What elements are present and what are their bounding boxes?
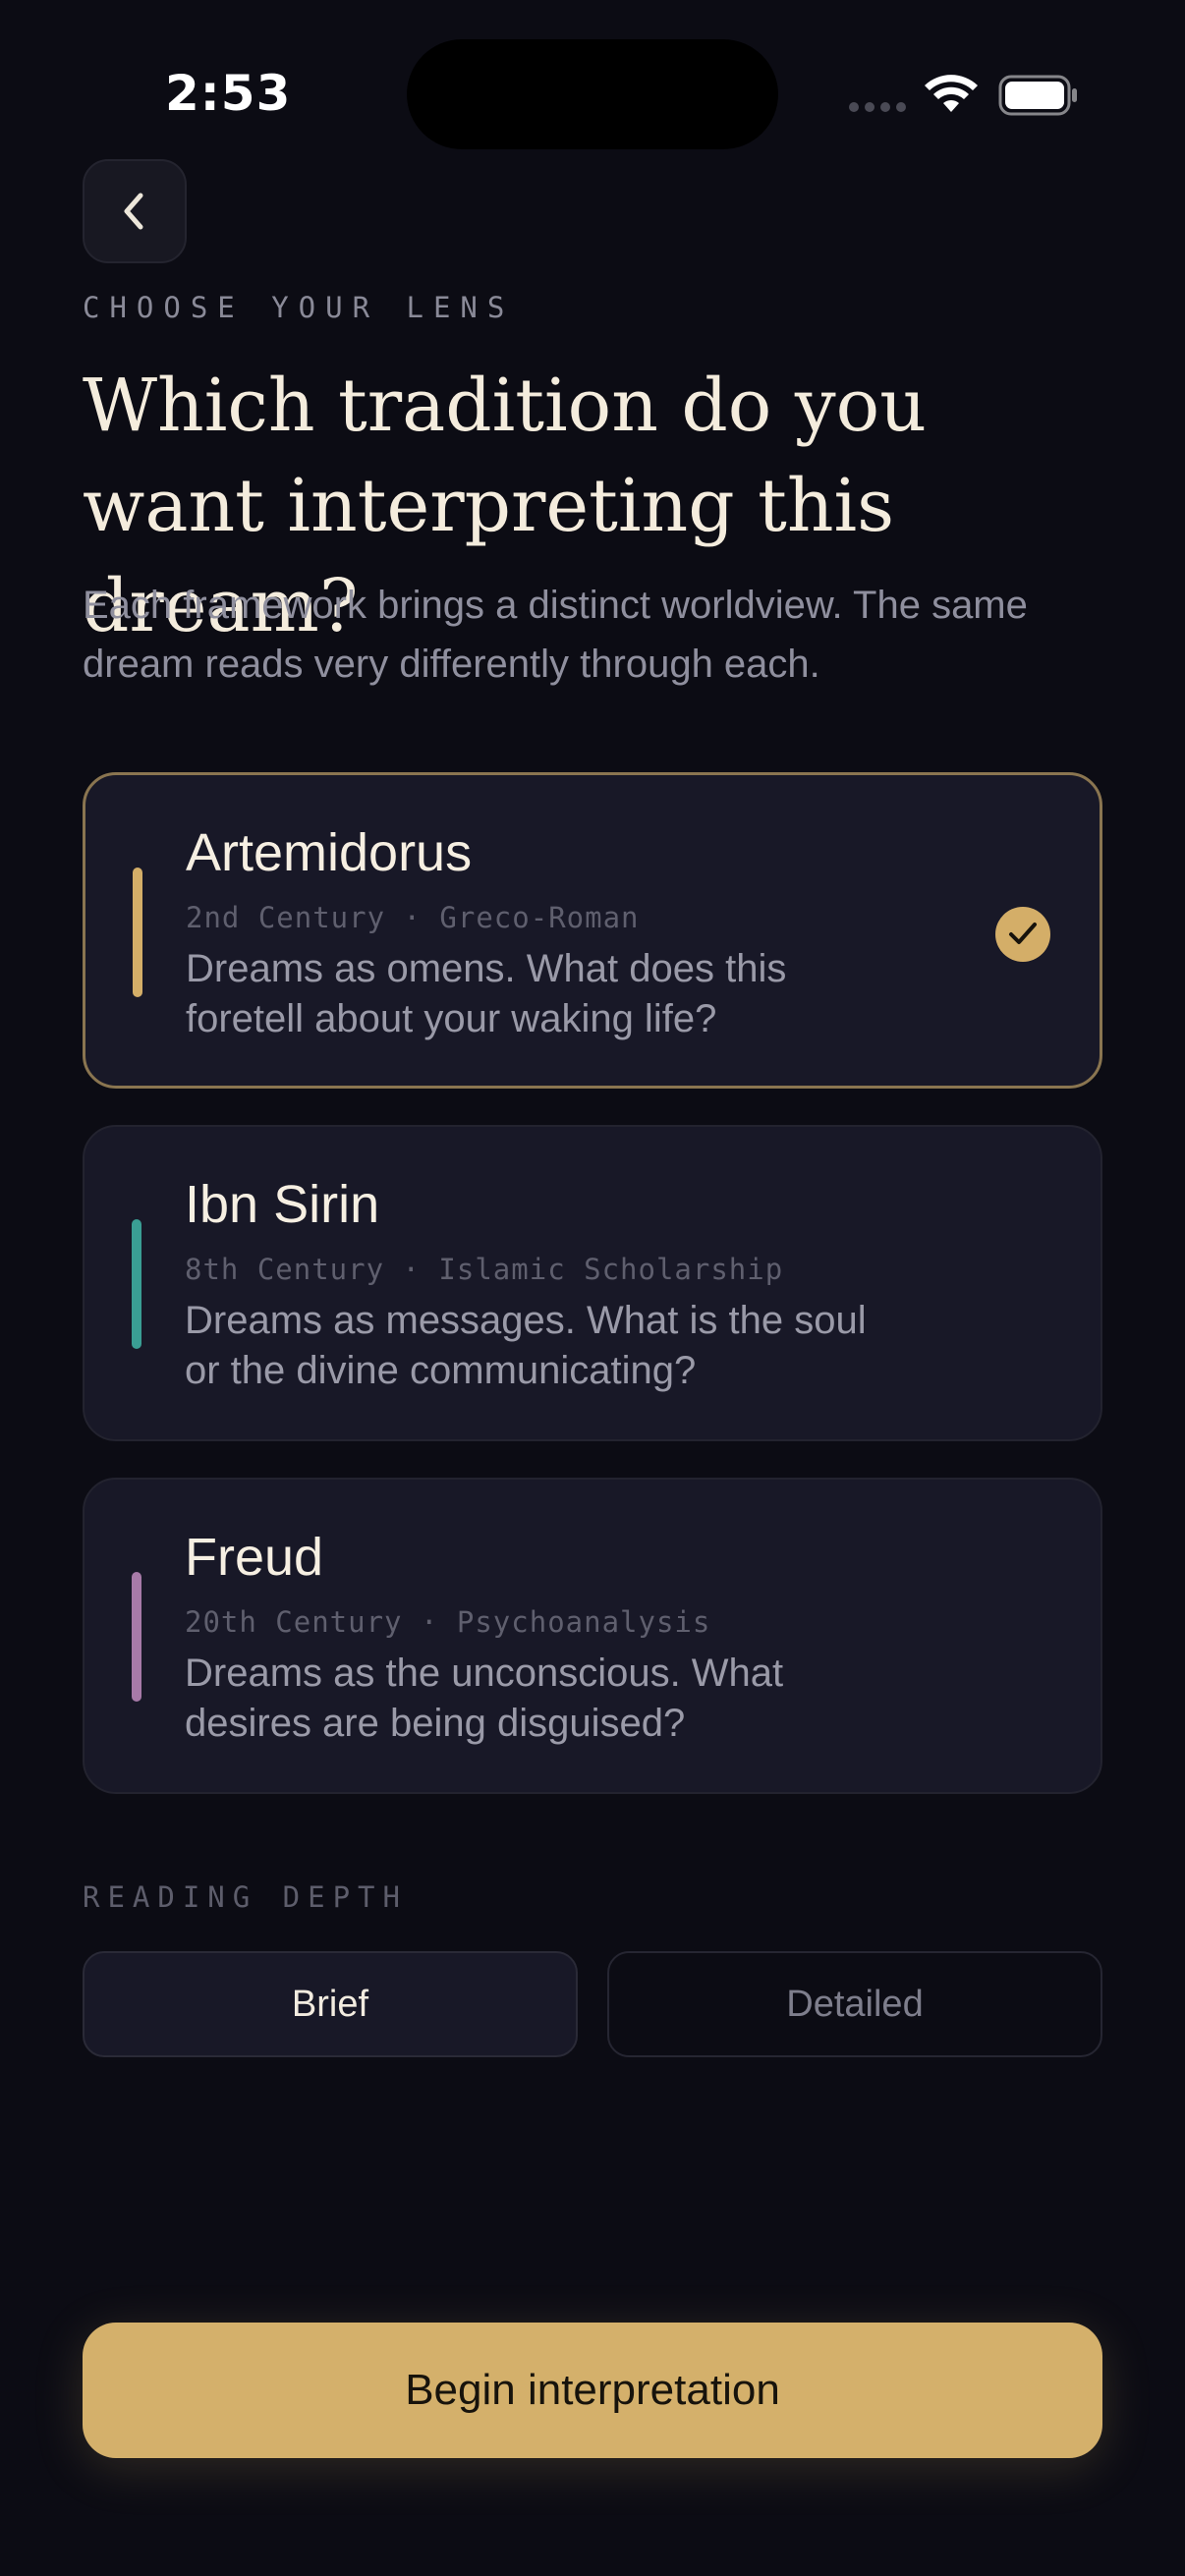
begin-interpretation-button[interactable]: Begin interpretation [83, 2323, 1102, 2458]
accent-bar [132, 1219, 141, 1349]
tradition-meta: 2nd Century · Greco-Roman [186, 901, 640, 934]
back-button[interactable] [83, 159, 187, 263]
dynamic-island [407, 39, 778, 149]
cellular-signal-icon [849, 102, 906, 112]
tradition-description: Dreams as the unconscious. What desires … [185, 1652, 784, 1745]
battery-icon [998, 75, 1079, 123]
accent-bar [132, 1572, 141, 1702]
tradition-name: Ibn Sirin [185, 1175, 380, 1234]
tradition-name: Freud [185, 1528, 324, 1587]
tradition-description: Dreams as omens. What does this foretell… [186, 947, 787, 1040]
eyebrow-label: CHOOSE YOUR LENS [83, 291, 515, 324]
reading-depth-label: READING DEPTH [83, 1880, 408, 1914]
status-time: 2:53 [165, 65, 292, 122]
accent-bar [133, 868, 142, 997]
tradition-meta: 8th Century · Islamic Scholarship [185, 1253, 784, 1286]
tradition-card-artemidorus[interactable]: Artemidorus 2nd Century · Greco-Roman Dr… [83, 772, 1102, 1089]
chevron-left-icon [124, 193, 143, 230]
tradition-card-ibn-sirin[interactable]: Ibn Sirin 8th Century · Islamic Scholars… [83, 1125, 1102, 1441]
depth-option-detailed[interactable]: Detailed [607, 1951, 1102, 2057]
tradition-card-freud[interactable]: Freud 20th Century · Psychoanalysis Drea… [83, 1478, 1102, 1794]
tradition-description: Dreams as messages. What is the soul or … [185, 1299, 867, 1392]
tradition-meta: 20th Century · Psychoanalysis [185, 1605, 711, 1639]
depth-option-brief[interactable]: Brief [83, 1951, 578, 2057]
page-subtitle: Each framework brings a distinct worldvi… [83, 584, 1028, 686]
wifi-icon [924, 73, 979, 119]
tradition-name: Artemidorus [186, 823, 473, 882]
checkmark-icon [995, 907, 1050, 962]
